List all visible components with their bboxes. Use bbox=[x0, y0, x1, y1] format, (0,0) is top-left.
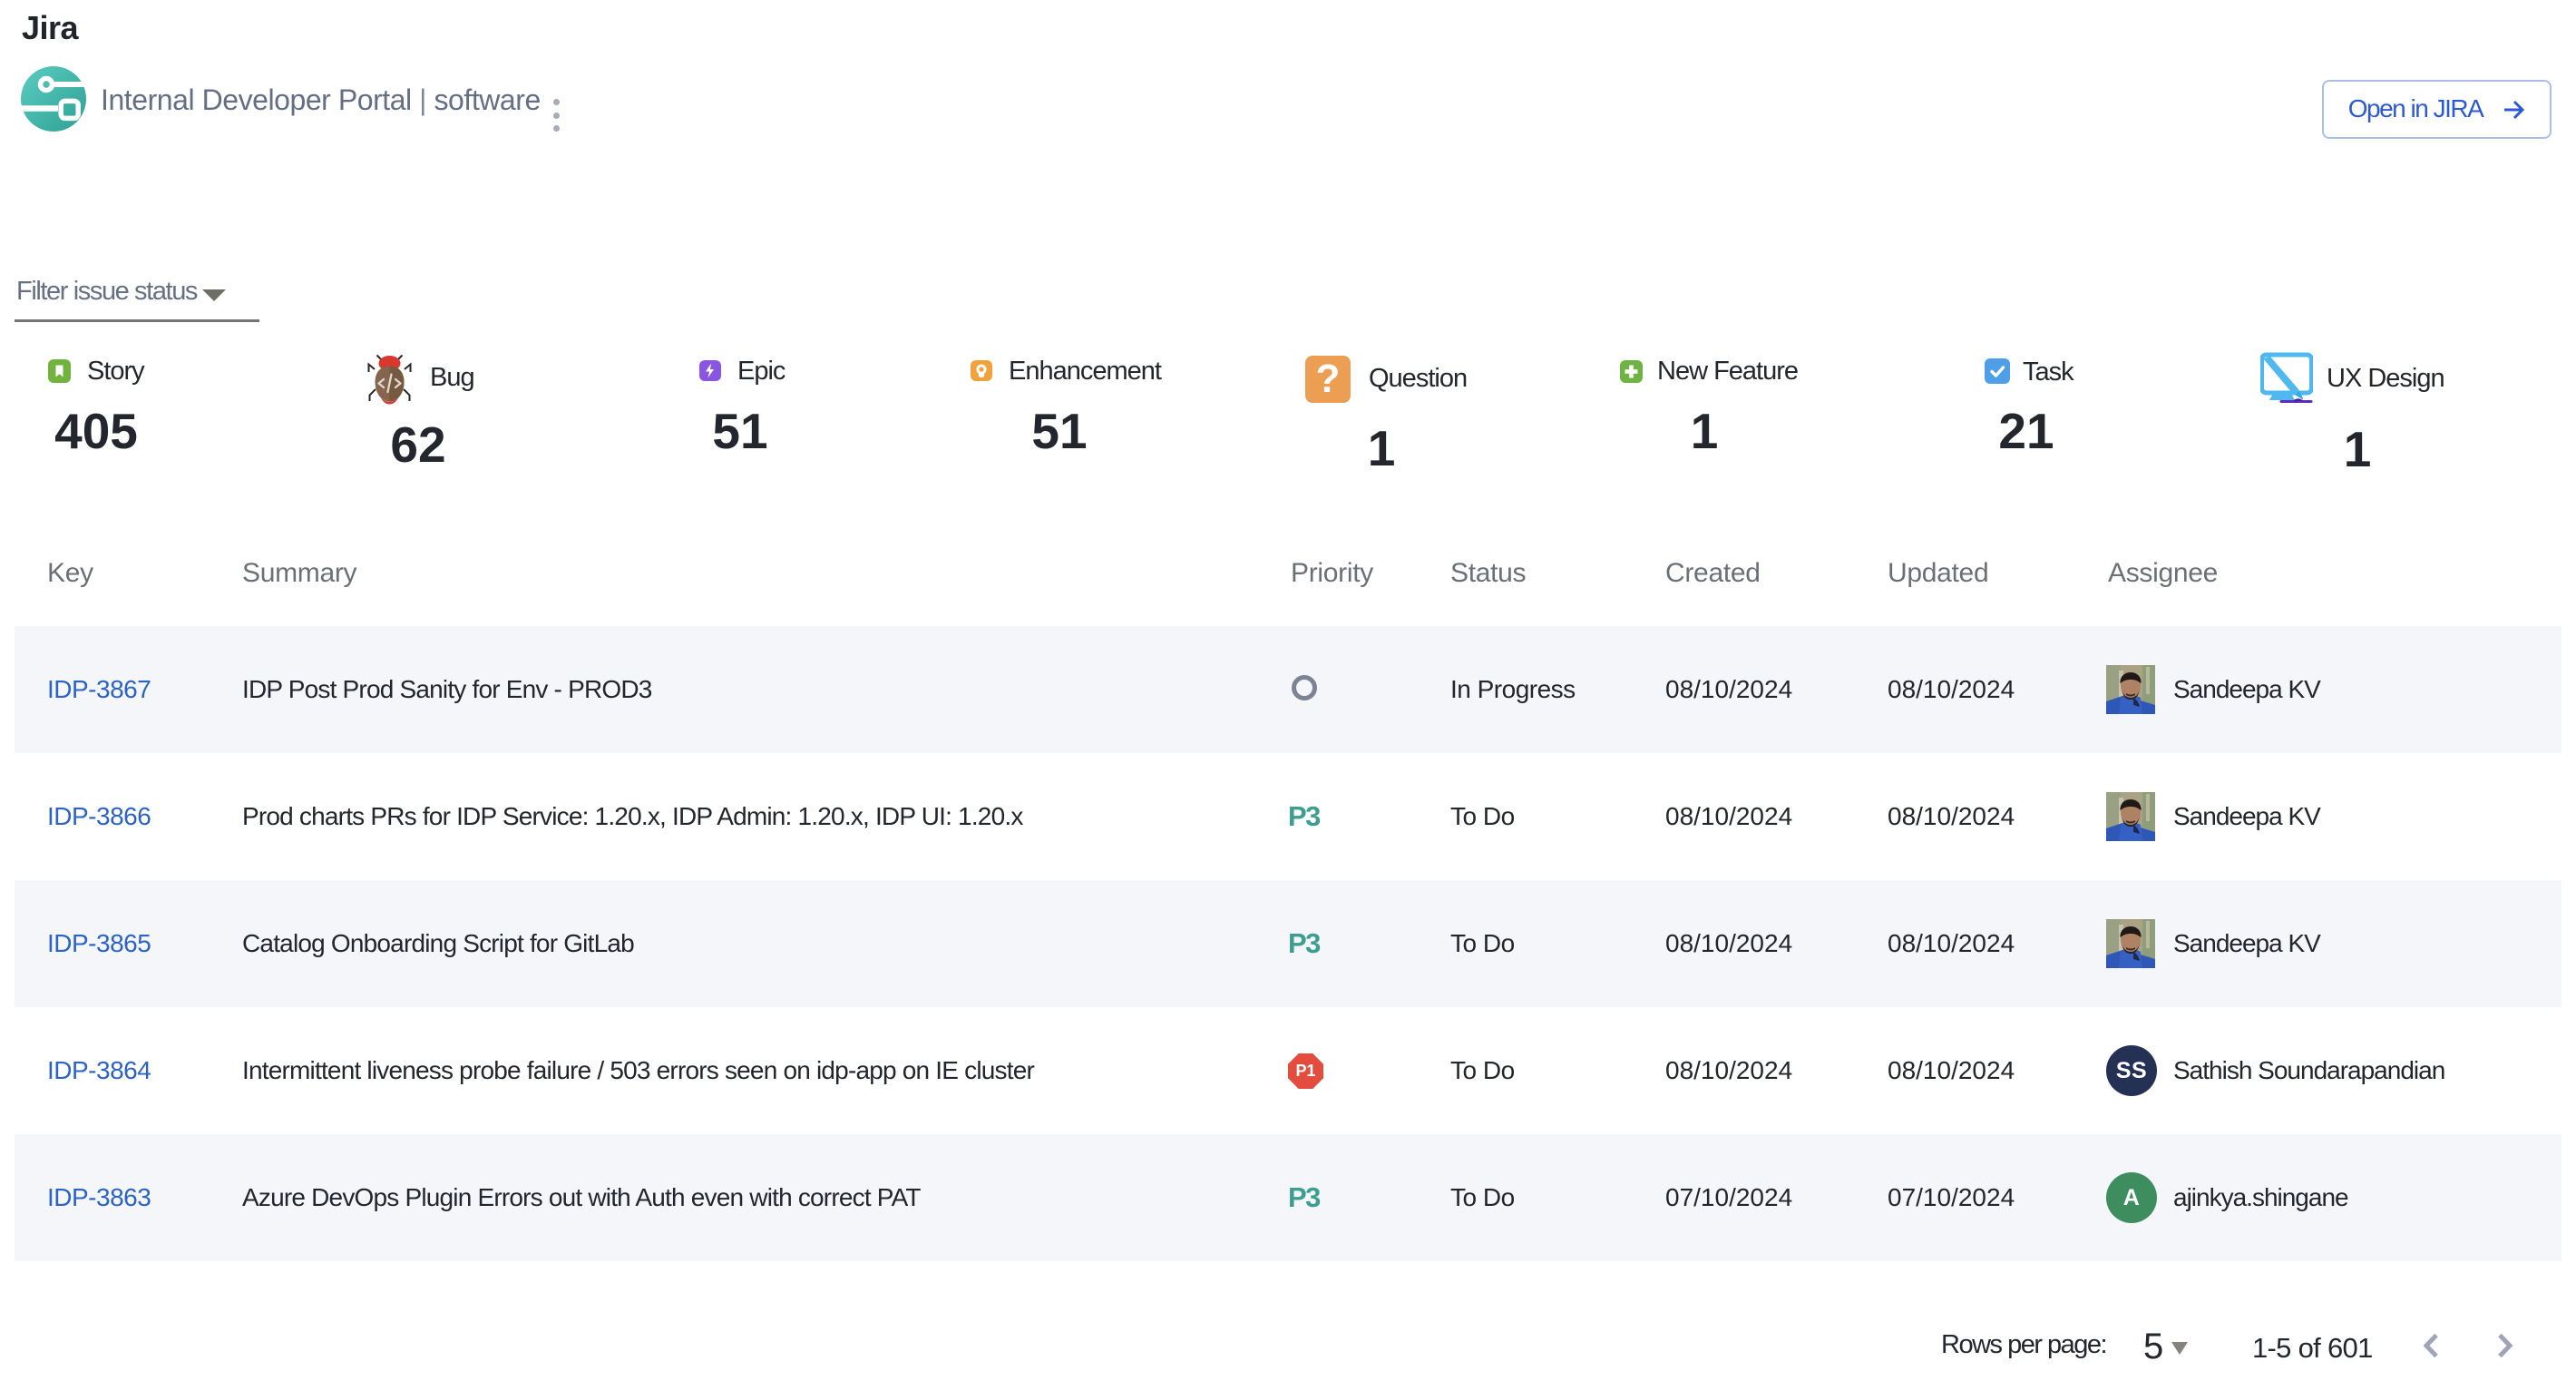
svg-text:?: ? bbox=[1316, 357, 1341, 401]
